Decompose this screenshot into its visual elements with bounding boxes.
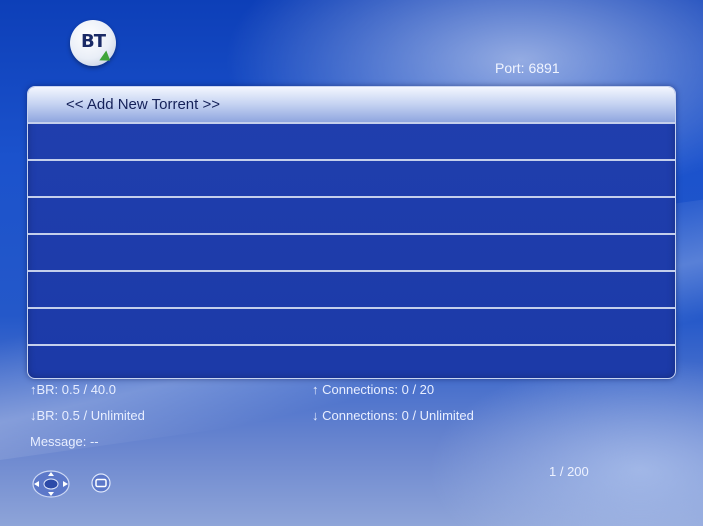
list-item-label: << Add New Torrent >> xyxy=(66,96,220,113)
add-new-torrent-item[interactable]: << Add New Torrent >> xyxy=(28,87,675,124)
torrent-list: << Add New Torrent >> xyxy=(27,86,676,379)
port-label: Port: 6891 xyxy=(495,60,560,76)
list-item[interactable] xyxy=(28,346,675,378)
logo-text: BT xyxy=(81,31,106,52)
list-item[interactable] xyxy=(28,161,675,198)
upload-bitrate: ↑BR: 0.5 / 40.0 xyxy=(30,382,116,397)
list-item[interactable] xyxy=(28,124,675,161)
upload-connections: ↑ Connections: 0 / 20 xyxy=(312,382,435,397)
menu-button-icon xyxy=(91,473,111,493)
dpad-icon xyxy=(32,470,70,498)
list-item[interactable] xyxy=(28,272,675,309)
list-item[interactable] xyxy=(28,198,675,235)
list-item[interactable] xyxy=(28,309,675,346)
message-text: Message: -- xyxy=(30,434,99,449)
download-connections: ↓ Connections: 0 / Unlimited xyxy=(312,408,474,423)
list-item[interactable] xyxy=(28,235,675,272)
bt-logo: BT xyxy=(70,20,116,66)
download-bitrate: ↓BR: 0.5 / Unlimited xyxy=(30,408,145,423)
page-counter: 1 / 200 xyxy=(549,464,589,479)
logo-arrow-icon xyxy=(99,50,114,66)
